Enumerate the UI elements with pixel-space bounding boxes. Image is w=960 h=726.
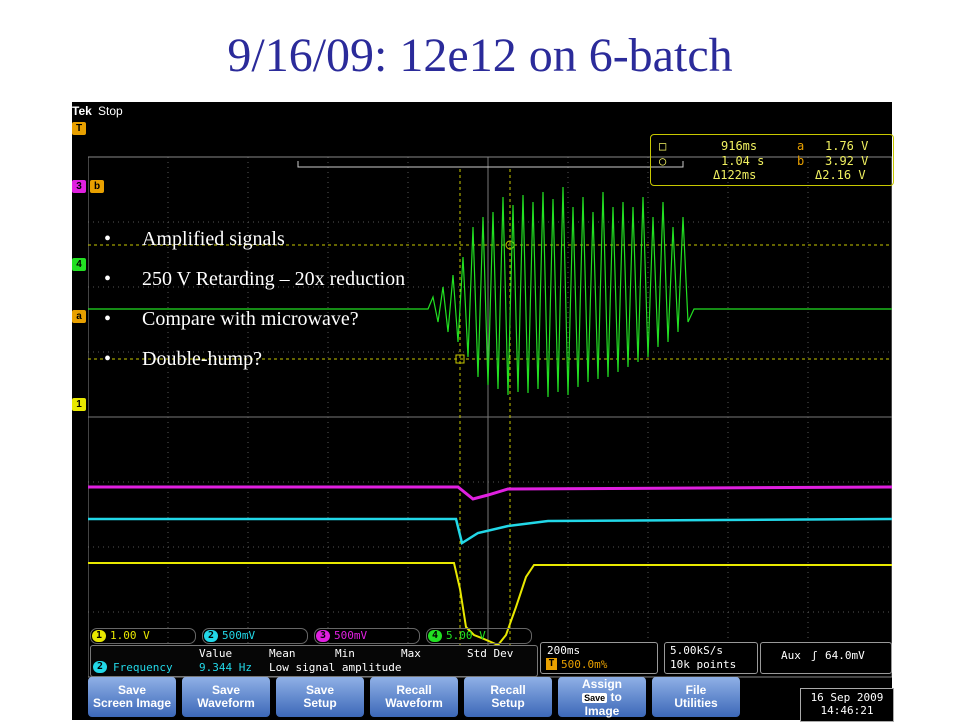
channel-scale-bar: 1 1.00 V 2 500mV 3 500mV 4 5.00 V [90, 628, 536, 644]
measurement-panel: Value Mean Min Max Std Dev 2 Frequency 9… [90, 645, 538, 677]
timebase-panel[interactable]: 200ms T 500.0m% [540, 642, 658, 674]
ch4-scale[interactable]: 4 5.00 V [426, 628, 532, 644]
cursor-b-marker: b [90, 180, 104, 193]
cursor-a-value: 1.76 V [825, 139, 869, 153]
meas-header-mean: Mean [269, 647, 296, 660]
ch1-marker: 1 [72, 398, 86, 411]
cursor-readout: □ 916ms a 1.76 V ○ 1.04 s b 3.92 V Δ122m… [650, 134, 894, 186]
slide-title: 9/16/09: 12e12 on 6-batch [227, 29, 733, 82]
sample-rate: 5.00kS/s [670, 644, 723, 657]
trigger-position: 500.0m% [561, 658, 608, 671]
save-screen-image-button[interactable]: Save Screen Image [88, 677, 176, 717]
trigger-slope-icon: ʃ [811, 649, 818, 662]
date-text: 16 Sep 2009 [810, 691, 884, 704]
bullet-item: • 250 V Retarding – 20x reduction [104, 268, 406, 290]
save-waveform-button[interactable]: Save Waveform [182, 677, 270, 717]
softkey-bar: Save Screen Image Save Waveform Save Setup … [88, 677, 892, 720]
cursor-b-value: 3.92 V [825, 154, 869, 168]
ch2-trace [88, 517, 892, 545]
file-utilities-button[interactable]: File Utilities [652, 677, 740, 717]
ch3-scale[interactable]: 3 500mV [314, 628, 420, 644]
meas-name: Frequency [113, 661, 173, 674]
cursor-b-label: b [797, 154, 805, 168]
save-setup-button[interactable]: Save Setup [276, 677, 364, 717]
cursor-delta-v: Δ2.16 V [815, 168, 866, 182]
save-badge: Save [582, 693, 608, 703]
ch2-scale[interactable]: 2 500mV [202, 628, 308, 644]
trigger-source: Aux [781, 649, 801, 662]
bullet-item: • Amplified signals [104, 228, 285, 250]
assign-save-button[interactable]: Assign Save to Image [558, 677, 646, 718]
cursor-a-marker: a [72, 310, 86, 323]
meas-header-min: Min [335, 647, 355, 660]
trigger-pos-icon: T [546, 658, 557, 670]
record-length: 10k points [670, 658, 737, 671]
time-text: 14:46:21 [820, 704, 874, 717]
ref3-marker: 3 [72, 180, 86, 193]
meas-header-value: Value [199, 647, 233, 660]
trigger-panel[interactable]: Aux ʃ 64.0mV [760, 642, 892, 674]
recall-setup-button[interactable]: Recall Setup [464, 677, 552, 717]
cursor-a-label: a [797, 139, 805, 153]
meas-channel-badge: 2 [93, 661, 107, 673]
trigger-level: 64.0mV [825, 649, 865, 662]
cursor-time1: 916ms [721, 139, 758, 153]
ch3-trace [88, 485, 892, 501]
trigger-level-marker: T [72, 122, 86, 135]
acquisition-panel[interactable]: 5.00kS/s 10k points [664, 642, 758, 674]
bullet-item: • Compare with microwave? [104, 308, 359, 330]
cursor-time2: 1.04 s [721, 154, 765, 168]
date-time-display: 16 Sep 2009 14:46:21 [800, 688, 894, 722]
bullet-list: • Amplified signals • 250 V Retarding – 20… [104, 224, 405, 384]
meas-note: Low signal amplitude [269, 661, 402, 674]
meas-header-max: Max [401, 647, 421, 660]
ch4-marker: 4 [72, 258, 86, 271]
recall-waveform-button[interactable]: Recall Waveform [370, 677, 458, 717]
ch1-scale[interactable]: 1 1.00 V [90, 628, 196, 644]
timebase-scale: 200ms [547, 644, 581, 657]
meas-value: 9.344 Hz [199, 661, 252, 674]
cursor-delta-time: Δ122ms [713, 168, 757, 182]
bullet-item: • Double-hump? [104, 348, 262, 370]
meas-header-stddev: Std Dev [467, 647, 514, 660]
